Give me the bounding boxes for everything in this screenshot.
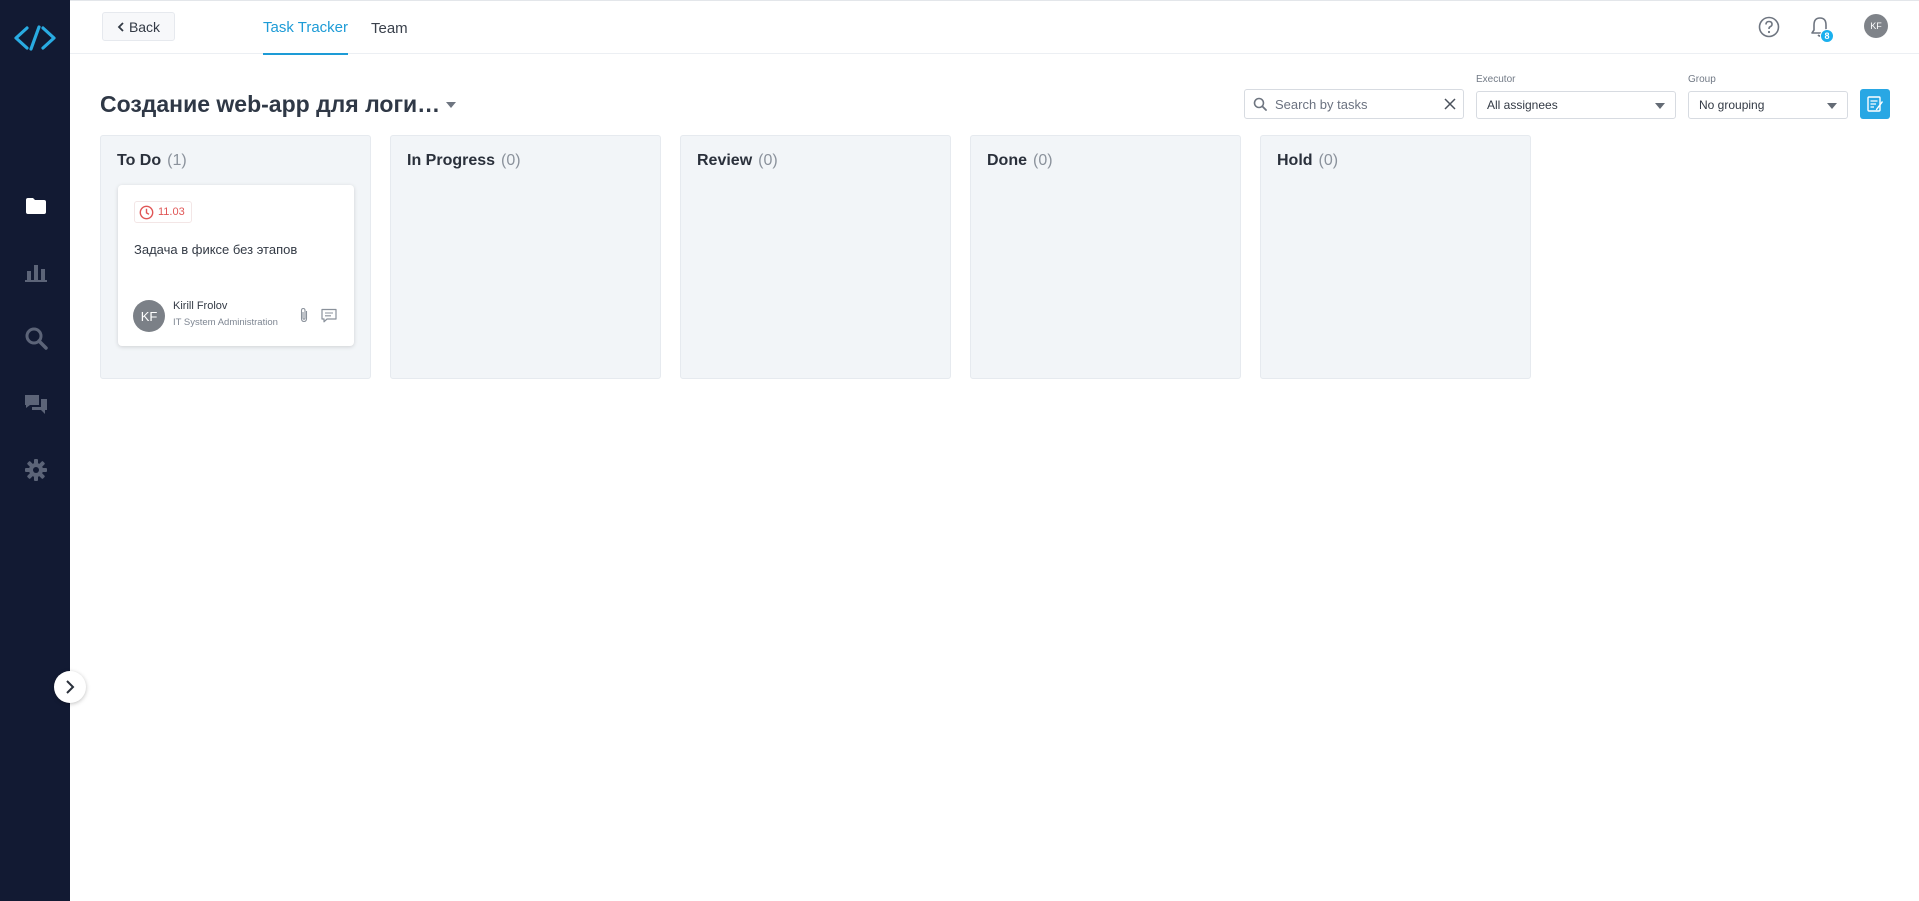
folder-icon[interactable] [23, 193, 49, 219]
column-header: To Do (1) [117, 152, 187, 170]
column-header: In Progress (0) [407, 152, 521, 170]
column-done: Done (0) [970, 135, 1241, 379]
chart-icon[interactable] [23, 259, 49, 285]
card-title: Задача в фиксе без этапов [134, 242, 298, 257]
executor-select[interactable]: All assignees [1476, 91, 1676, 119]
back-button[interactable]: Back [102, 12, 175, 41]
search-icon [1253, 97, 1267, 111]
search-input[interactable] [1275, 96, 1435, 112]
group-select[interactable]: No grouping [1688, 91, 1848, 119]
executor-value: All assignees [1487, 98, 1558, 112]
chevron-down-icon [1655, 103, 1665, 109]
project-title: Создание web-app для логи… [100, 91, 441, 117]
column-header: Review (0) [697, 152, 778, 170]
chevron-down-icon [1827, 103, 1837, 109]
column-review: Review (0) [680, 135, 951, 379]
task-card[interactable]: 11.03 Задача в фиксе без этапов KF Kiril… [118, 185, 354, 346]
column-title: Review [697, 152, 753, 169]
notification-badge: 8 [1820, 29, 1834, 43]
paperclip-icon[interactable] [296, 307, 312, 323]
assignee-name: Kirill Frolov [173, 300, 228, 312]
bell-icon[interactable]: 8 [1807, 14, 1834, 43]
column-header: Done (0) [987, 152, 1053, 170]
chevron-left-icon [117, 21, 124, 32]
help-icon[interactable] [1756, 14, 1782, 40]
user-avatar[interactable]: KF [1864, 14, 1888, 38]
executor-label: Executor [1476, 74, 1516, 85]
column-count: (0) [758, 152, 778, 169]
column-count: (1) [167, 152, 187, 169]
top-bar: Back Task Tracker Team 8 [70, 0, 1919, 55]
sidebar-expand-button[interactable] [54, 671, 86, 703]
group-label: Group [1688, 74, 1716, 85]
tab-task-tracker[interactable]: Task Tracker [263, 1, 349, 55]
due-date: 11.03 [158, 206, 185, 218]
column-to-do: To Do (1) 11.03 Задача в фиксе без этапов… [100, 135, 371, 379]
assignee-department: IT System Administration [173, 317, 278, 328]
group-value: No grouping [1699, 98, 1765, 112]
chat-icon[interactable] [23, 392, 49, 418]
logo-icon[interactable] [13, 22, 57, 54]
column-in-progress: In Progress (0) [390, 135, 661, 379]
notes-edit-icon [1867, 96, 1883, 112]
column-count: (0) [1033, 152, 1053, 169]
column-title: Done [987, 152, 1027, 169]
column-title: In Progress [407, 152, 496, 169]
project-dropdown-icon[interactable] [443, 97, 459, 113]
due-date-badge: 11.03 [134, 201, 192, 223]
column-hold: Hold (0) [1260, 135, 1531, 379]
sidebar [0, 0, 70, 901]
edit-view-button[interactable] [1860, 89, 1890, 119]
clock-icon [139, 205, 154, 219]
column-title: Hold [1277, 152, 1313, 169]
search-box [1244, 89, 1464, 119]
back-label: Back [128, 18, 161, 35]
search-icon[interactable] [23, 325, 49, 351]
gear-icon[interactable] [23, 457, 49, 483]
close-icon[interactable] [1443, 97, 1457, 111]
avatar: KF [133, 300, 165, 332]
column-title: To Do [117, 152, 162, 169]
column-count: (0) [501, 152, 521, 169]
tab-team[interactable]: Team [371, 1, 408, 55]
chevron-right-icon [66, 680, 75, 694]
column-header: Hold (0) [1277, 152, 1338, 170]
column-count: (0) [1318, 152, 1339, 169]
comment-icon[interactable] [321, 307, 337, 323]
